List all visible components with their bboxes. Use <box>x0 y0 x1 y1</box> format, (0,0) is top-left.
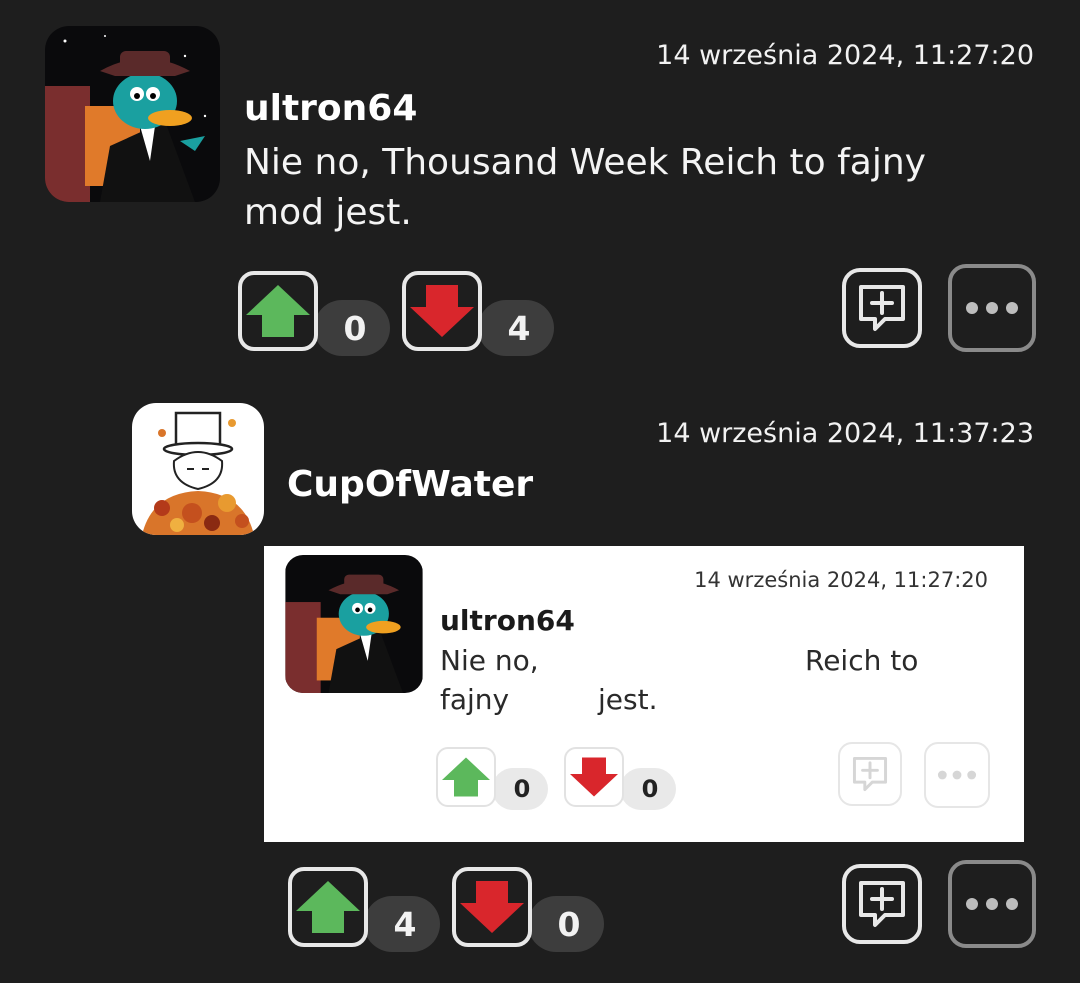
comment-username[interactable]: ultron64 <box>244 88 417 129</box>
embedded-more-button <box>924 742 990 808</box>
embedded-downvote-button <box>564 747 624 807</box>
reply-button[interactable] <box>842 864 922 944</box>
arrow-down-icon <box>570 757 618 797</box>
embedded-avatar <box>285 555 423 693</box>
perry-fedora-avatar-icon <box>45 26 220 202</box>
more-options-button[interactable] <box>948 860 1036 948</box>
comment-text-line: Nie no, Thousand Week Reich to fajny <box>244 142 926 183</box>
embedded-screenshot[interactable]: 14 września 2024, 11:27:20 ultron64 Nie … <box>264 546 1024 842</box>
more-options-button[interactable] <box>948 264 1036 352</box>
arrow-up-icon <box>246 285 310 337</box>
arrow-down-icon <box>460 881 524 933</box>
ellipsis-icon <box>966 302 1018 314</box>
comment-text: Nie no, Thousand Week Reich to fajny mod… <box>244 138 1004 238</box>
reply-plus-icon <box>852 756 888 792</box>
comment-username[interactable]: CupOfWater <box>287 464 533 505</box>
ellipsis-icon <box>937 770 977 780</box>
arrow-up-icon <box>442 757 490 797</box>
arrow-up-icon <box>296 881 360 933</box>
comment-text-line: mod jest. <box>244 192 412 233</box>
upvote-button[interactable] <box>238 271 318 351</box>
reply-plus-icon <box>859 285 905 331</box>
embedded-upvote-count: 0 <box>492 768 548 810</box>
embedded-username: ultron64 <box>440 604 575 637</box>
avatar-ultron64[interactable] <box>45 26 220 202</box>
ellipsis-icon <box>966 898 1018 910</box>
downvote-count: 0 <box>528 896 604 952</box>
upvote-count: 4 <box>364 896 440 952</box>
downvote-count: 4 <box>478 300 554 356</box>
reply-plus-icon <box>859 881 905 927</box>
embedded-reply-button <box>838 742 902 806</box>
embedded-text: Reich to <box>805 644 919 677</box>
downvote-button[interactable] <box>402 271 482 351</box>
reply-button[interactable] <box>842 268 922 348</box>
embedded-downvote-count: 0 <box>620 768 676 810</box>
embedded-text: Nie no, <box>440 644 539 677</box>
upvote-count: 0 <box>314 300 390 356</box>
avatar-cupofwater[interactable] <box>132 403 264 535</box>
top-hat-leaves-avatar-icon <box>132 403 264 535</box>
arrow-down-icon <box>410 285 474 337</box>
perry-fedora-avatar-icon <box>285 555 423 693</box>
embedded-text: fajny <box>440 683 510 716</box>
comment-timestamp: 14 września 2024, 11:37:23 <box>656 418 1034 449</box>
embedded-text: jest. <box>598 683 658 716</box>
upvote-button[interactable] <box>288 867 368 947</box>
embedded-timestamp: 14 września 2024, 11:27:20 <box>694 568 988 592</box>
comment-timestamp: 14 września 2024, 11:27:20 <box>656 40 1034 71</box>
downvote-button[interactable] <box>452 867 532 947</box>
embedded-upvote-button <box>436 747 496 807</box>
